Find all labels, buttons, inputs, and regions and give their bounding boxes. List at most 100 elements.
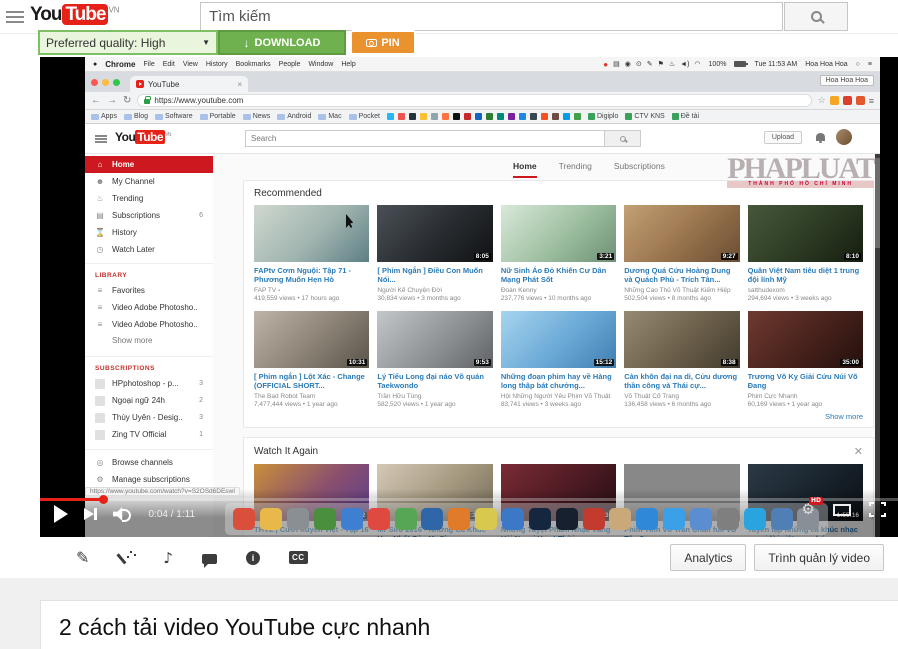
subtitles-cc-icon[interactable]: CC [289,551,308,564]
browser-tab[interactable]: YouTube × [130,76,248,92]
sidebar-item[interactable]: ♨ Trending [85,190,213,207]
extension-icon[interactable] [843,96,852,105]
video-thumbnail[interactable]: 9:53 [377,311,492,368]
sidebar-footer-item[interactable]: ◎ Browse channels [85,454,213,471]
upload-button[interactable]: Upload [764,131,802,144]
video-channel[interactable]: Trần Hữu Tùng [377,393,492,400]
extension-icon[interactable] [856,96,865,105]
sidebar-item[interactable]: ⌂ Home [85,156,213,173]
volume-icon[interactable] [113,507,133,521]
video-title[interactable]: Trương Vô Kỵ Giải Cứu Núi Võ Đang [748,372,863,391]
bookmark-item[interactable]: Đề tài [672,113,699,120]
notifications-bell-icon[interactable] [816,133,825,141]
bookmark-favicon[interactable] [453,113,460,120]
pin-button[interactable]: PIN [350,30,416,55]
sidebar-item[interactable]: ☻ My Channel [85,173,213,190]
video-channel[interactable]: Hội Những Người Yêu Phim Võ Thuật [501,393,616,400]
tab-close-icon[interactable]: × [237,80,242,89]
video-title[interactable]: Quân Việt Nam tiêu diệt 1 trung đội lính… [748,266,863,285]
minimize-window-icon[interactable] [102,79,109,86]
zoom-window-icon[interactable] [113,79,120,86]
bookmark-favicon[interactable] [409,113,416,120]
cards-info-icon[interactable]: i [246,551,260,565]
bookmark-favicon[interactable] [387,113,394,120]
chrome-profile-button[interactable]: Hoa Hoa Hoa [820,75,874,86]
address-bar[interactable]: https://www.youtube.com [137,94,811,107]
close-icon[interactable]: ✕ [854,445,863,458]
bookmark-item[interactable]: Apps [91,113,117,120]
video-manager-button[interactable]: Trình quản lý video [754,544,884,571]
chrome-menu-icon[interactable]: ≡ [869,96,874,106]
bookmark-favicon[interactable] [530,113,537,120]
sidebar-subscription-item[interactable]: HPphotoshop - p... 3 [85,375,213,392]
video-card[interactable]: FAPtv Cơm Nguội: Tập 71 - Phương Muốn Hẹ… [254,205,369,302]
sidebar-subscription-item[interactable]: Ngoại ngữ 24h 2 [85,392,213,409]
menubar-status-icon[interactable]: ✎ [647,60,653,68]
bookmark-item[interactable]: Mac [318,113,341,120]
bookmark-item[interactable]: Portable [200,113,236,120]
video-card[interactable]: 8:38 Càn khôn đại na di, Cửu dương thần … [624,311,739,408]
bookmark-favicon[interactable] [398,113,405,120]
progress-bar[interactable] [40,498,898,501]
play-button[interactable] [54,505,68,523]
fullscreen-icon[interactable] [869,502,886,517]
video-card[interactable]: 9:53 Lý Tiểu Long đại náo Võ quán Taekwo… [377,311,492,408]
video-channel[interactable]: Phim Cực Nhanh [748,393,863,400]
feed-tab[interactable]: Trending [559,161,592,178]
bookmark-star-icon[interactable]: ☆ [818,95,826,106]
video-card[interactable]: 8:10 Quân Việt Nam tiêu diệt 1 trung đội… [748,205,863,302]
video-thumbnail[interactable]: 8:38 [624,311,739,368]
video-channel[interactable]: Võ Thuật Cổ Trang [624,393,739,400]
menubar-status-icon[interactable]: ● [603,60,608,69]
sidebar-playlist-item[interactable]: ≡ Favorites [85,282,213,299]
show-more-link[interactable]: Show more [254,412,863,421]
video-thumbnail[interactable]: 8:05 [377,205,492,262]
settings-gear-icon[interactable]: ⚙HD [802,502,815,517]
menubar-status-icon[interactable]: ◠ [694,60,700,68]
video-title[interactable]: Càn khôn đại na di, Cửu dương thần công … [624,372,739,391]
sidebar-item[interactable]: ◷ Watch Later [85,241,213,258]
video-channel[interactable]: satthudexom [748,287,863,294]
menubar-status-icon[interactable]: ▤ [613,60,620,68]
search-input[interactable] [201,3,782,30]
menubar-status-icon[interactable]: ♨ [669,60,675,68]
bookmark-favicon[interactable] [574,113,581,120]
close-window-icon[interactable] [91,79,98,86]
notification-center-icon[interactable]: ≡ [868,61,872,68]
video-card[interactable]: 8:05 [ Phim Ngắn ] Điều Con Muốn Nói... … [377,205,492,302]
menubar-menu-item[interactable]: File [143,61,154,68]
video-title[interactable]: Những đoạn phim hay về Hàng long thập bá… [501,372,616,391]
edit-pencil-icon[interactable]: ✎ [76,548,89,568]
menubar-menu-item[interactable]: Help [341,61,355,68]
sidebar-subscription-item[interactable]: Zing TV Official 1 [85,426,213,443]
video-title[interactable]: Lý Tiểu Long đại náo Võ quán Taekwondo [377,372,492,391]
bookmark-favicon[interactable] [563,113,570,120]
extension-icon[interactable] [830,96,839,105]
menubar-menu-item[interactable]: Edit [163,61,175,68]
sidebar-playlist-item[interactable]: ≡ Video Adobe Photosho.. [85,299,213,316]
video-card[interactable]: 9:27 Dương Quá Cứu Hoàng Dung và Quách P… [624,205,739,302]
video-title[interactable]: [ Phim ngắn ] Lột Xác - Change (OFFICIAL… [254,372,369,391]
bookmark-favicon[interactable] [541,113,548,120]
menubar-menu-item[interactable]: View [183,61,198,68]
video-card[interactable]: 3:21 Nữ Sinh Áo Đỏ Khiến Cư Dân Mạng Phá… [501,205,616,302]
bookmark-favicon[interactable] [497,113,504,120]
download-button[interactable]: ↓ DOWNLOAD [218,30,346,55]
analytics-button[interactable]: Analytics [670,544,746,571]
reload-icon[interactable]: ↻ [123,96,131,106]
bookmark-favicon[interactable] [486,113,493,120]
video-thumbnail[interactable]: 15:12 [501,311,616,368]
bookmark-item[interactable]: Software [155,113,193,120]
bookmark-favicon[interactable] [519,113,526,120]
bookmark-favicon[interactable] [552,113,559,120]
sidebar-item[interactable]: ⌛ History [85,224,213,241]
audio-note-icon[interactable]: ♪ [163,549,173,567]
video-card[interactable]: 35:00 Trương Vô Kỵ Giải Cứu Núi Võ Đang … [748,311,863,408]
feed-tab[interactable]: Subscriptions [614,161,665,178]
search-button[interactable] [784,2,848,31]
sidebar-subscription-item[interactable]: Thùy Uyên - Desig.. 3 [85,409,213,426]
menubar-app-name[interactable]: Chrome [105,60,135,69]
menubar-status-icon[interactable]: ◉ [625,60,631,68]
menubar-status-icon[interactable]: ⊙ [636,60,642,68]
video-thumbnail[interactable] [254,205,369,262]
